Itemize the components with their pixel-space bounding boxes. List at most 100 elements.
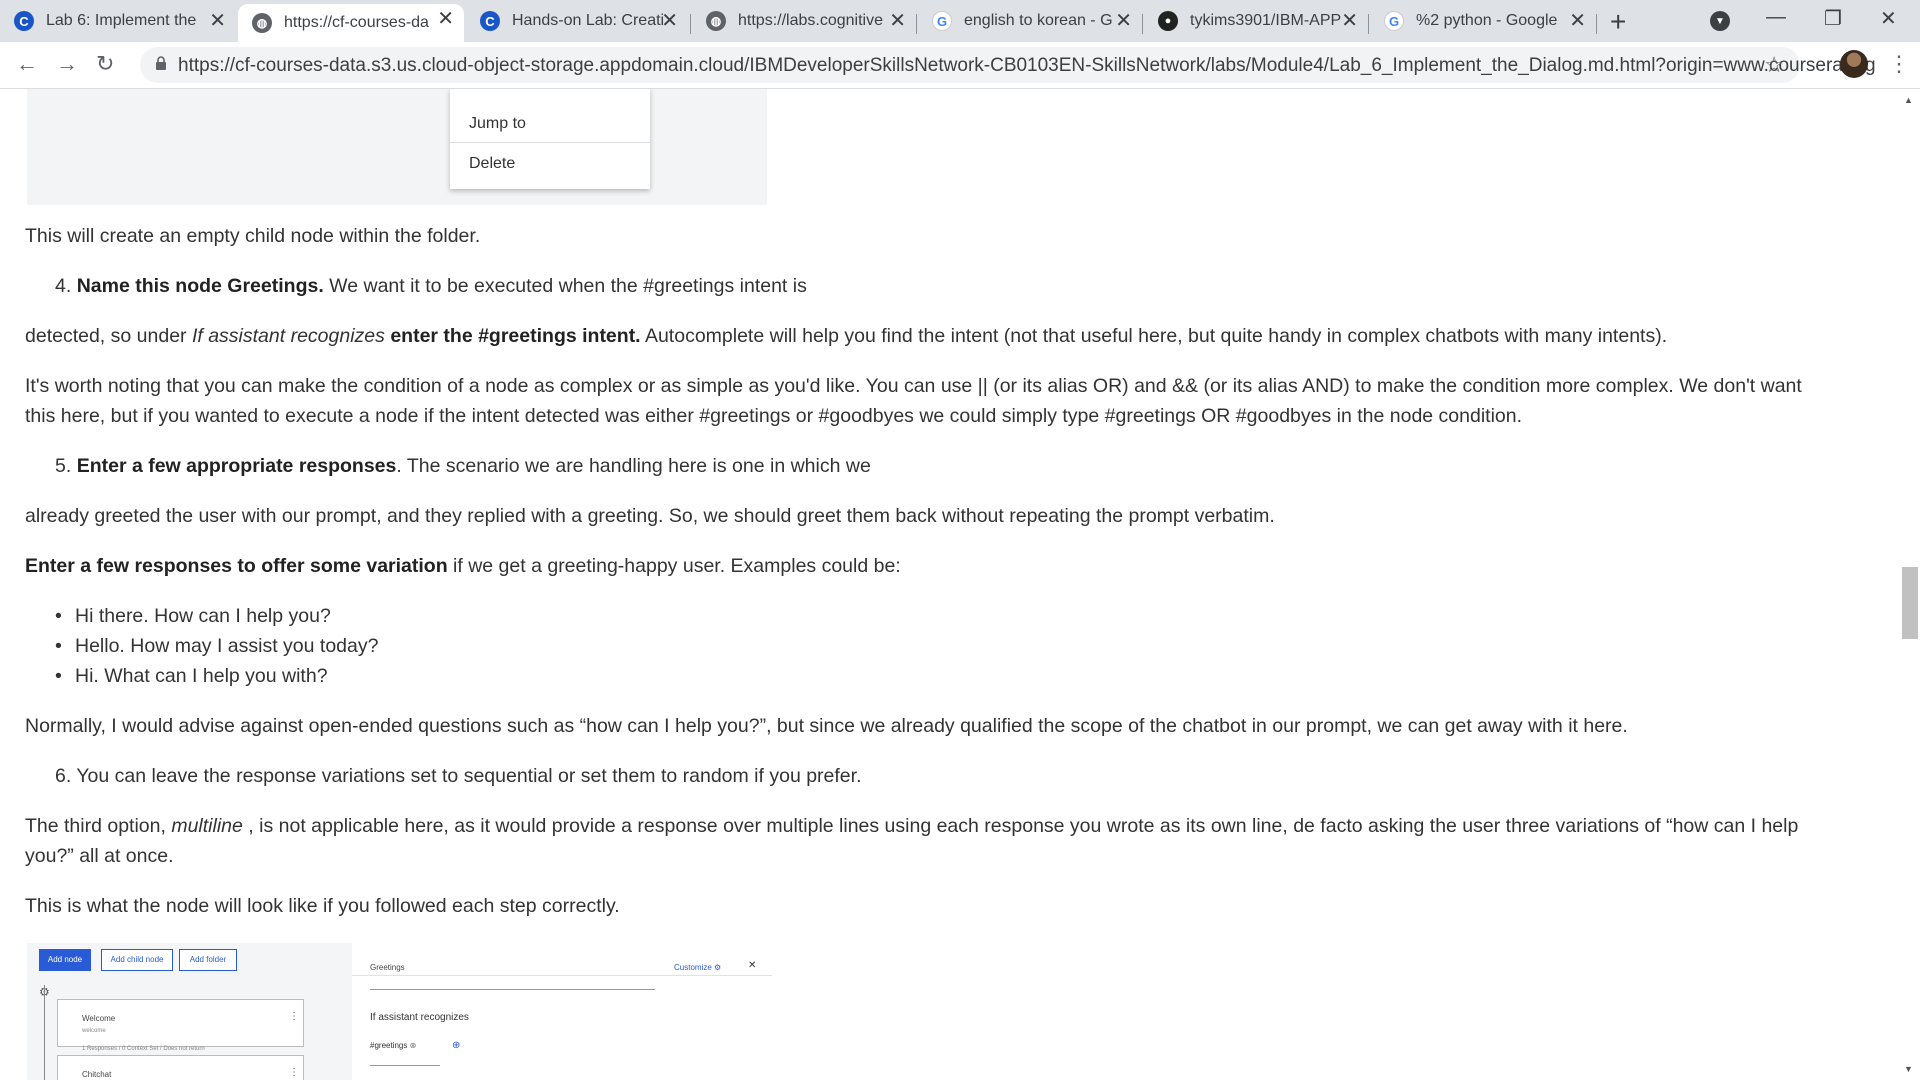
google-icon: G [1384, 11, 1404, 31]
step-text: We want it to be executed when the #gree… [323, 275, 807, 297]
step-5: 5. Enter a few appropriate responses. Th… [55, 451, 871, 481]
globe-icon: ◍ [252, 13, 272, 33]
list-item: Hi there. How can I help you? [55, 601, 331, 631]
lab-content: Jump to Delete This will create an empty… [0, 89, 1900, 1080]
browser-toolbar: ← → ↻ https://cf-courses-data.s3.us.clou… [0, 42, 1920, 89]
scrollbar-track[interactable]: ▲ ▼ [1900, 89, 1920, 1080]
paragraph: Enter a few responses to offer some vari… [25, 555, 901, 577]
tab-english-to-korean[interactable]: G english to korean - G ✕ [918, 6, 1142, 36]
tree-line [44, 985, 45, 1080]
tab-search-icon[interactable]: ▼ [1710, 11, 1730, 31]
node-chitchat: Chitchat ⋮ [57, 1055, 304, 1080]
close-icon[interactable]: ✕ [889, 9, 906, 33]
paragraph-line: you?” all at once. [25, 845, 174, 867]
reload-icon[interactable]: ↻ [96, 51, 114, 77]
close-icon[interactable]: ✕ [1569, 9, 1586, 33]
tab-title: %2 python - Google [1416, 12, 1558, 29]
emphasis: multiline [171, 815, 243, 837]
lock-icon [156, 56, 166, 70]
node-editor-screenshot: Add node Add child node Add folder ⚙ Wel… [27, 943, 772, 1080]
node-detail-panel: Greetings Customize ⚙ ✕ If assistant rec… [352, 943, 772, 1080]
step-title: Name this node Greetings. [76, 275, 324, 297]
tab-separator [1142, 14, 1143, 34]
new-tab-icon[interactable]: + [1610, 6, 1626, 38]
list-item: Hi. What can I help you with? [55, 661, 328, 691]
context-menu-screenshot: Jump to Delete [27, 89, 767, 205]
scroll-down-arrow-icon[interactable]: ▼ [1904, 1064, 1913, 1074]
step-title: Enter a few appropriate responses [76, 455, 397, 477]
github-icon: ● [1158, 11, 1178, 31]
tab-labs-cognitive[interactable]: ◍ https://labs.cognitive ✕ [692, 6, 916, 36]
tab-hands-on-lab[interactable]: C Hands-on Lab: Creati ✕ [466, 6, 688, 36]
coursera-icon: C [14, 11, 34, 31]
customize-link: Customize ⚙ [674, 963, 722, 972]
tab-title: tykims3901/IBM-APP [1190, 12, 1342, 29]
scrollbar-thumb[interactable] [1902, 567, 1918, 639]
step-number: 4. [55, 275, 72, 297]
tab-title: https://labs.cognitive [738, 12, 883, 29]
dialog-tree-panel: Add node Add child node Add folder ⚙ Wel… [27, 943, 352, 1080]
step-4: 4. Name this node Greetings. We want it … [55, 271, 807, 301]
coursera-icon: C [480, 11, 500, 31]
tab-title: Lab 6: Implement the [46, 12, 197, 29]
paragraph: This is what the node will look like if … [25, 895, 620, 917]
tab-lab6[interactable]: C Lab 6: Implement the ✕ [0, 6, 236, 36]
restore-icon[interactable]: ❐ [1824, 6, 1842, 31]
context-menu: Jump to Delete [450, 89, 650, 189]
profile-avatar[interactable] [1840, 50, 1868, 78]
minimize-icon[interactable]: — [1766, 6, 1786, 29]
back-icon[interactable]: ← [16, 51, 38, 77]
paragraph: Normally, I would advise against open-en… [25, 715, 1628, 737]
tab-title: Hands-on Lab: Creati [512, 12, 665, 29]
paragraph: already greeted the user with our prompt… [25, 505, 1275, 527]
paragraph: detected, so under If assistant recogniz… [25, 325, 1668, 347]
add-node-button: Add node [39, 949, 91, 971]
window-close-icon[interactable]: ✕ [1880, 6, 1897, 31]
gear-icon: ⚙ [714, 963, 722, 972]
google-icon: G [932, 11, 952, 31]
condition-field: #greetings ⊗ [370, 1031, 440, 1066]
node-title: Chitchat [82, 1070, 112, 1079]
condition-label: If assistant recognizes [370, 1012, 469, 1023]
tab-cf-courses[interactable]: ◍ https://cf-courses-da ✕ [238, 4, 464, 42]
tab-github[interactable]: ● tykims3901/IBM-APP ✕ [1144, 6, 1368, 36]
add-child-node-button: Add child node [101, 949, 173, 971]
bold-text: enter the #greetings intent. [390, 325, 641, 347]
tab-separator [1596, 14, 1597, 34]
clear-icon: ⊗ [409, 1041, 417, 1050]
paragraph-line: The third option, multiline , is not app… [25, 815, 1799, 837]
more-menu-icon[interactable]: ⋮ [1888, 51, 1910, 77]
close-icon[interactable]: ✕ [209, 9, 226, 33]
bookmark-star-icon[interactable]: ☆ [1764, 52, 1784, 78]
close-icon[interactable]: ✕ [661, 9, 678, 33]
url-text[interactable]: https://cf-courses-data.s3.us.cloud-obje… [178, 55, 1876, 77]
menu-divider [450, 142, 650, 143]
globe-icon: ◍ [706, 11, 726, 31]
address-bar[interactable]: https://cf-courses-data.s3.us.cloud-obje… [140, 47, 1876, 83]
tab-python-google[interactable]: G %2 python - Google ✕ [1370, 6, 1596, 36]
menu-item-jump-to: Jump to [469, 115, 526, 132]
close-icon[interactable]: ✕ [1341, 9, 1358, 33]
forward-icon[interactable]: → [56, 51, 78, 77]
step-number: 5. [55, 455, 72, 477]
divider [352, 975, 772, 976]
close-icon[interactable]: ✕ [1115, 9, 1132, 33]
node-menu-icon: ⋮ [289, 1067, 299, 1078]
scroll-up-arrow-icon[interactable]: ▲ [1904, 95, 1913, 105]
tab-strip: C Lab 6: Implement the ✕ ◍ https://cf-co… [0, 0, 1920, 42]
close-icon: ✕ [748, 960, 757, 971]
paragraph-line: It's worth noting that you can make the … [25, 375, 1802, 397]
step-6: 6. You can leave the response variations… [55, 765, 862, 787]
add-folder-button: Add folder [179, 949, 237, 971]
menu-item-delete: Delete [469, 155, 516, 172]
tab-separator [916, 14, 917, 34]
paragraph: This will create an empty child node wit… [25, 225, 481, 247]
tab-title: https://cf-courses-da [284, 14, 429, 31]
add-condition-icon: ⊕ [452, 1040, 461, 1051]
step-text: . The scenario we are handling here is o… [396, 455, 871, 477]
emphasis: If assistant recognizes [191, 325, 385, 347]
node-name-field: Greetings [370, 953, 655, 990]
list-item: Hello. How may I assist you today? [55, 631, 378, 661]
node-welcome: Welcome welcome 1 Responses / 0 Context … [57, 999, 304, 1052]
close-icon[interactable]: ✕ [437, 7, 454, 31]
